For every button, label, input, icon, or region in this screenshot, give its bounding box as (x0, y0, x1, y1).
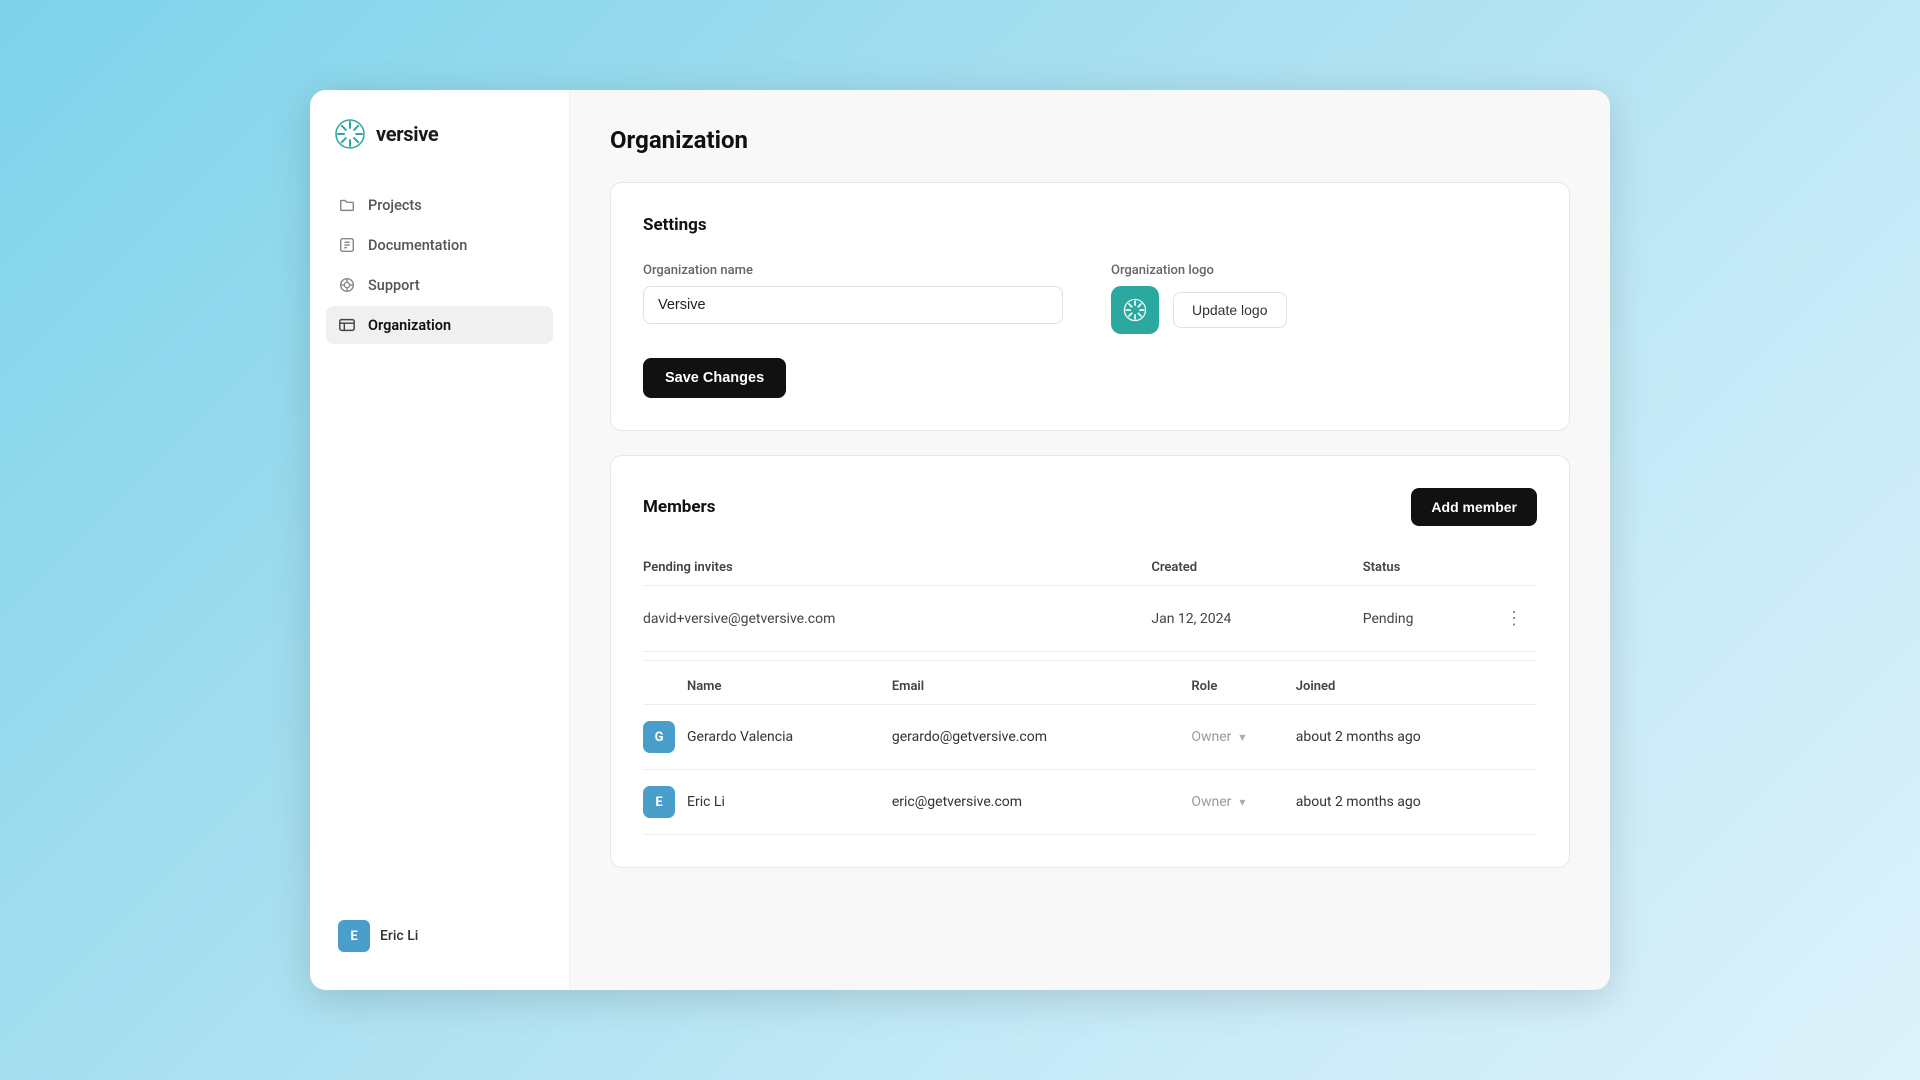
user-name: Eric Li (380, 928, 418, 944)
org-name-input[interactable] (643, 286, 1063, 324)
org-name-label: Organization name (643, 263, 1063, 278)
app-window: versive Projects Documentation (310, 90, 1610, 990)
sidebar-item-support[interactable]: Support (326, 266, 553, 304)
role-col-header: Role (1191, 669, 1295, 705)
chevron-down-icon-2: ▾ (1239, 795, 1245, 809)
pending-created: Jan 12, 2024 (1151, 586, 1362, 652)
sidebar-item-organization[interactable]: Organization (326, 306, 553, 344)
sidebar-item-projects-label: Projects (368, 197, 422, 214)
org-logo-group: Organization logo (1111, 263, 1287, 334)
add-member-button[interactable]: Add member (1411, 488, 1537, 526)
org-logo-box (1111, 286, 1159, 334)
org-logo-icon (1122, 297, 1148, 323)
sidebar-item-organization-label: Organization (368, 317, 451, 334)
sidebar-footer[interactable]: E Eric Li (326, 910, 553, 962)
user-avatar: E (338, 920, 370, 952)
sidebar-item-documentation-label: Documentation (368, 237, 467, 254)
main-content: Organization Settings Organization name … (570, 90, 1610, 990)
members-header: Members Add member (643, 488, 1537, 526)
sidebar-item-support-label: Support (368, 277, 420, 294)
role-select-eric[interactable]: Owner ▾ (1191, 794, 1295, 810)
role-text-gerardo: Owner (1191, 729, 1231, 745)
member-avatar-eric: E (643, 786, 675, 818)
sidebar-item-documentation[interactable]: Documentation (326, 226, 553, 264)
pending-email: david+versive@getversive.com (643, 586, 1151, 652)
pending-more-button[interactable]: ⋮ (1497, 604, 1531, 633)
versive-logo-icon (334, 118, 366, 150)
chevron-down-icon: ▾ (1239, 730, 1245, 744)
sidebar: versive Projects Documentation (310, 90, 570, 990)
org-icon (338, 316, 356, 334)
pending-invites-table: Pending invites Created Status david+ver… (643, 550, 1537, 652)
member-joined-gerardo: about 2 months ago (1296, 705, 1537, 770)
members-title: Members (643, 497, 716, 517)
joined-col-header: Joined (1296, 669, 1537, 705)
pending-status: Pending (1363, 586, 1497, 652)
pending-invites-section: Pending invites Created Status david+ver… (643, 550, 1537, 652)
support-icon (338, 276, 356, 294)
email-col-header: Email (892, 669, 1192, 705)
role-text-eric: Owner (1191, 794, 1231, 810)
pending-invite-row: david+versive@getversive.com Jan 12, 202… (643, 586, 1537, 652)
member-name-eric: Eric Li (687, 770, 892, 835)
member-avatar-gerardo: G (643, 721, 675, 753)
settings-form: Organization name Organization logo (643, 263, 1537, 398)
member-row-eric: E Eric Li eric@getversive.com Owner ▾ ab… (643, 770, 1537, 835)
member-email-eric: eric@getversive.com (892, 770, 1192, 835)
members-card: Members Add member Pending invites Creat… (610, 455, 1570, 868)
logo-display: Update logo (1111, 286, 1287, 334)
name-col-header: Name (687, 669, 892, 705)
role-select-gerardo[interactable]: Owner ▾ (1191, 729, 1295, 745)
settings-form-row: Organization name Organization logo (643, 263, 1537, 334)
created-col-header: Created (1151, 550, 1362, 586)
logo-text: versive (376, 122, 438, 146)
member-row-gerardo: G Gerardo Valencia gerardo@getversive.co… (643, 705, 1537, 770)
members-table: Name Email Role Joined G Gerardo Valenci… (643, 669, 1537, 835)
member-email-gerardo: gerardo@getversive.com (892, 705, 1192, 770)
status-col-header: Status (1363, 550, 1497, 586)
sidebar-nav: Projects Documentation (326, 186, 553, 910)
member-joined-eric: about 2 months ago (1296, 770, 1537, 835)
save-changes-button[interactable]: Save Changes (643, 358, 786, 398)
org-logo-label: Organization logo (1111, 263, 1287, 278)
page-title: Organization (610, 126, 1570, 154)
pending-col-header: Pending invites (643, 550, 1151, 586)
sidebar-item-projects[interactable]: Projects (326, 186, 553, 224)
logo: versive (326, 118, 553, 150)
book-icon (338, 236, 356, 254)
member-name-gerardo: Gerardo Valencia (687, 705, 892, 770)
folder-icon (338, 196, 356, 214)
table-divider (643, 660, 1537, 661)
settings-title: Settings (643, 215, 1537, 235)
settings-card: Settings Organization name Organization … (610, 182, 1570, 431)
update-logo-button[interactable]: Update logo (1173, 292, 1287, 328)
org-name-group: Organization name (643, 263, 1063, 324)
